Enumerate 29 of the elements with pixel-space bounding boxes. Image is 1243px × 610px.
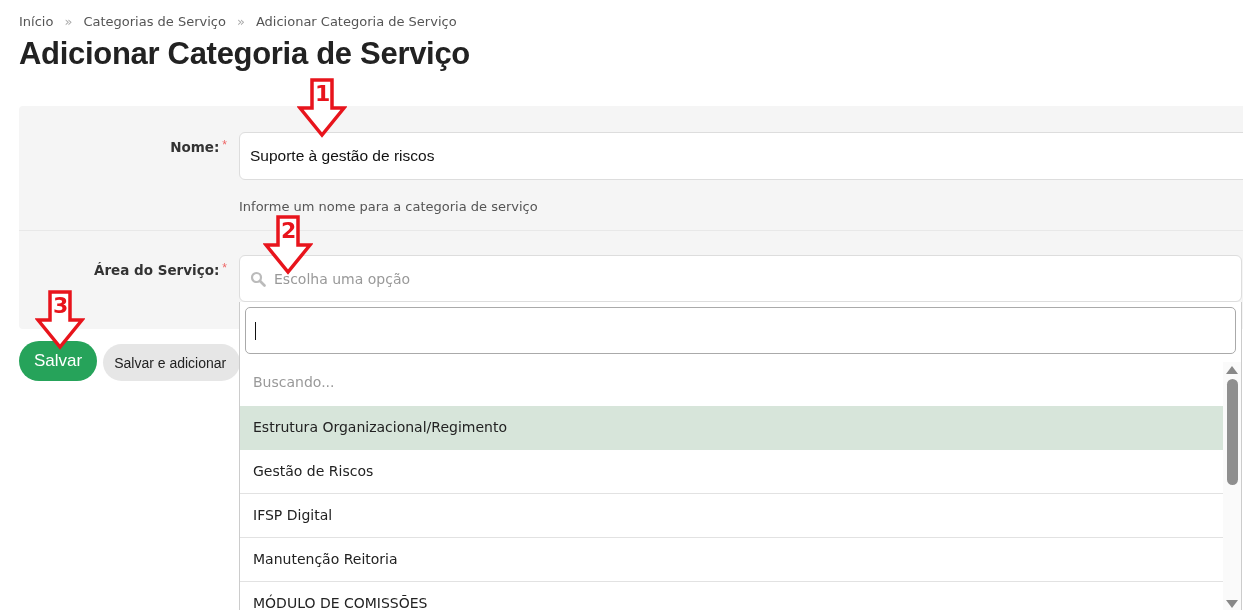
text-cursor: [255, 322, 256, 340]
step-number: 2: [281, 220, 297, 242]
scrollbar[interactable]: [1223, 362, 1241, 610]
search-field[interactable]: [245, 307, 1236, 354]
placeholder-text: Escolha uma opção: [274, 270, 411, 287]
callout-arrow: [263, 215, 313, 275]
breadcrumb-separator: »: [64, 13, 73, 29]
name-field[interactable]: Suporte à gestão de riscos: [239, 132, 1243, 180]
page-title: Adicionar Categoria de Serviço: [19, 35, 471, 73]
dropdown-option[interactable]: Manutenção Reitoria: [240, 538, 1223, 582]
scrollbar-thumb[interactable]: [1226, 379, 1238, 485]
dropdown-option[interactable]: Gestão de Riscos: [240, 450, 1223, 494]
breadcrumb-separator: »: [236, 13, 245, 29]
step-number: 3: [53, 295, 69, 317]
dropdown-option[interactable]: IFSP Digital: [240, 494, 1223, 538]
field-label: Área do Serviço:: [93, 262, 220, 278]
search-icon: [250, 270, 266, 287]
help-text: Informe um nome para a categoria de serviço: [239, 199, 539, 214]
step-number: 1: [315, 83, 331, 105]
save-and-add-button[interactable]: Salvar e adicionar: [103, 344, 241, 381]
required-mark: *: [222, 138, 227, 152]
breadcrumb-current: Adicionar Categoria de Serviço: [255, 13, 457, 29]
field-label: Nome:: [170, 139, 220, 155]
breadcrumb-link[interactable]: Categorias de Serviço: [83, 13, 226, 29]
breadcrumb-link[interactable]: Início: [19, 13, 54, 29]
required-mark: *: [222, 261, 227, 275]
scroll-down-icon[interactable]: [1226, 600, 1238, 608]
status-text: Buscando...: [252, 373, 336, 392]
dropdown-option[interactable]: Estrutura Organizacional/Regimento: [240, 406, 1223, 450]
